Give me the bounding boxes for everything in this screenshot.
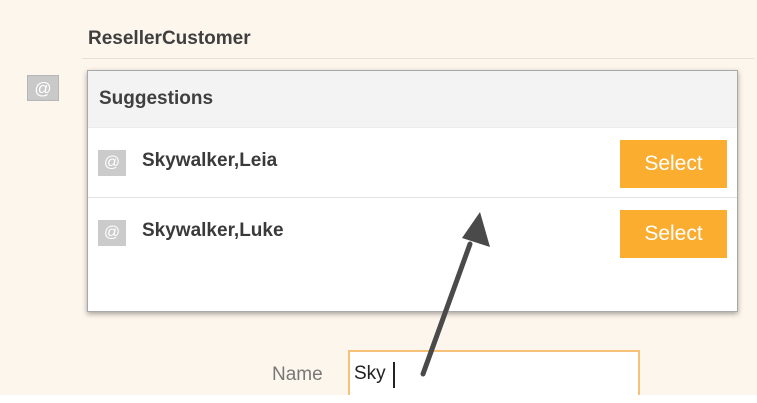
annotation-arrow-icon	[420, 212, 490, 377]
